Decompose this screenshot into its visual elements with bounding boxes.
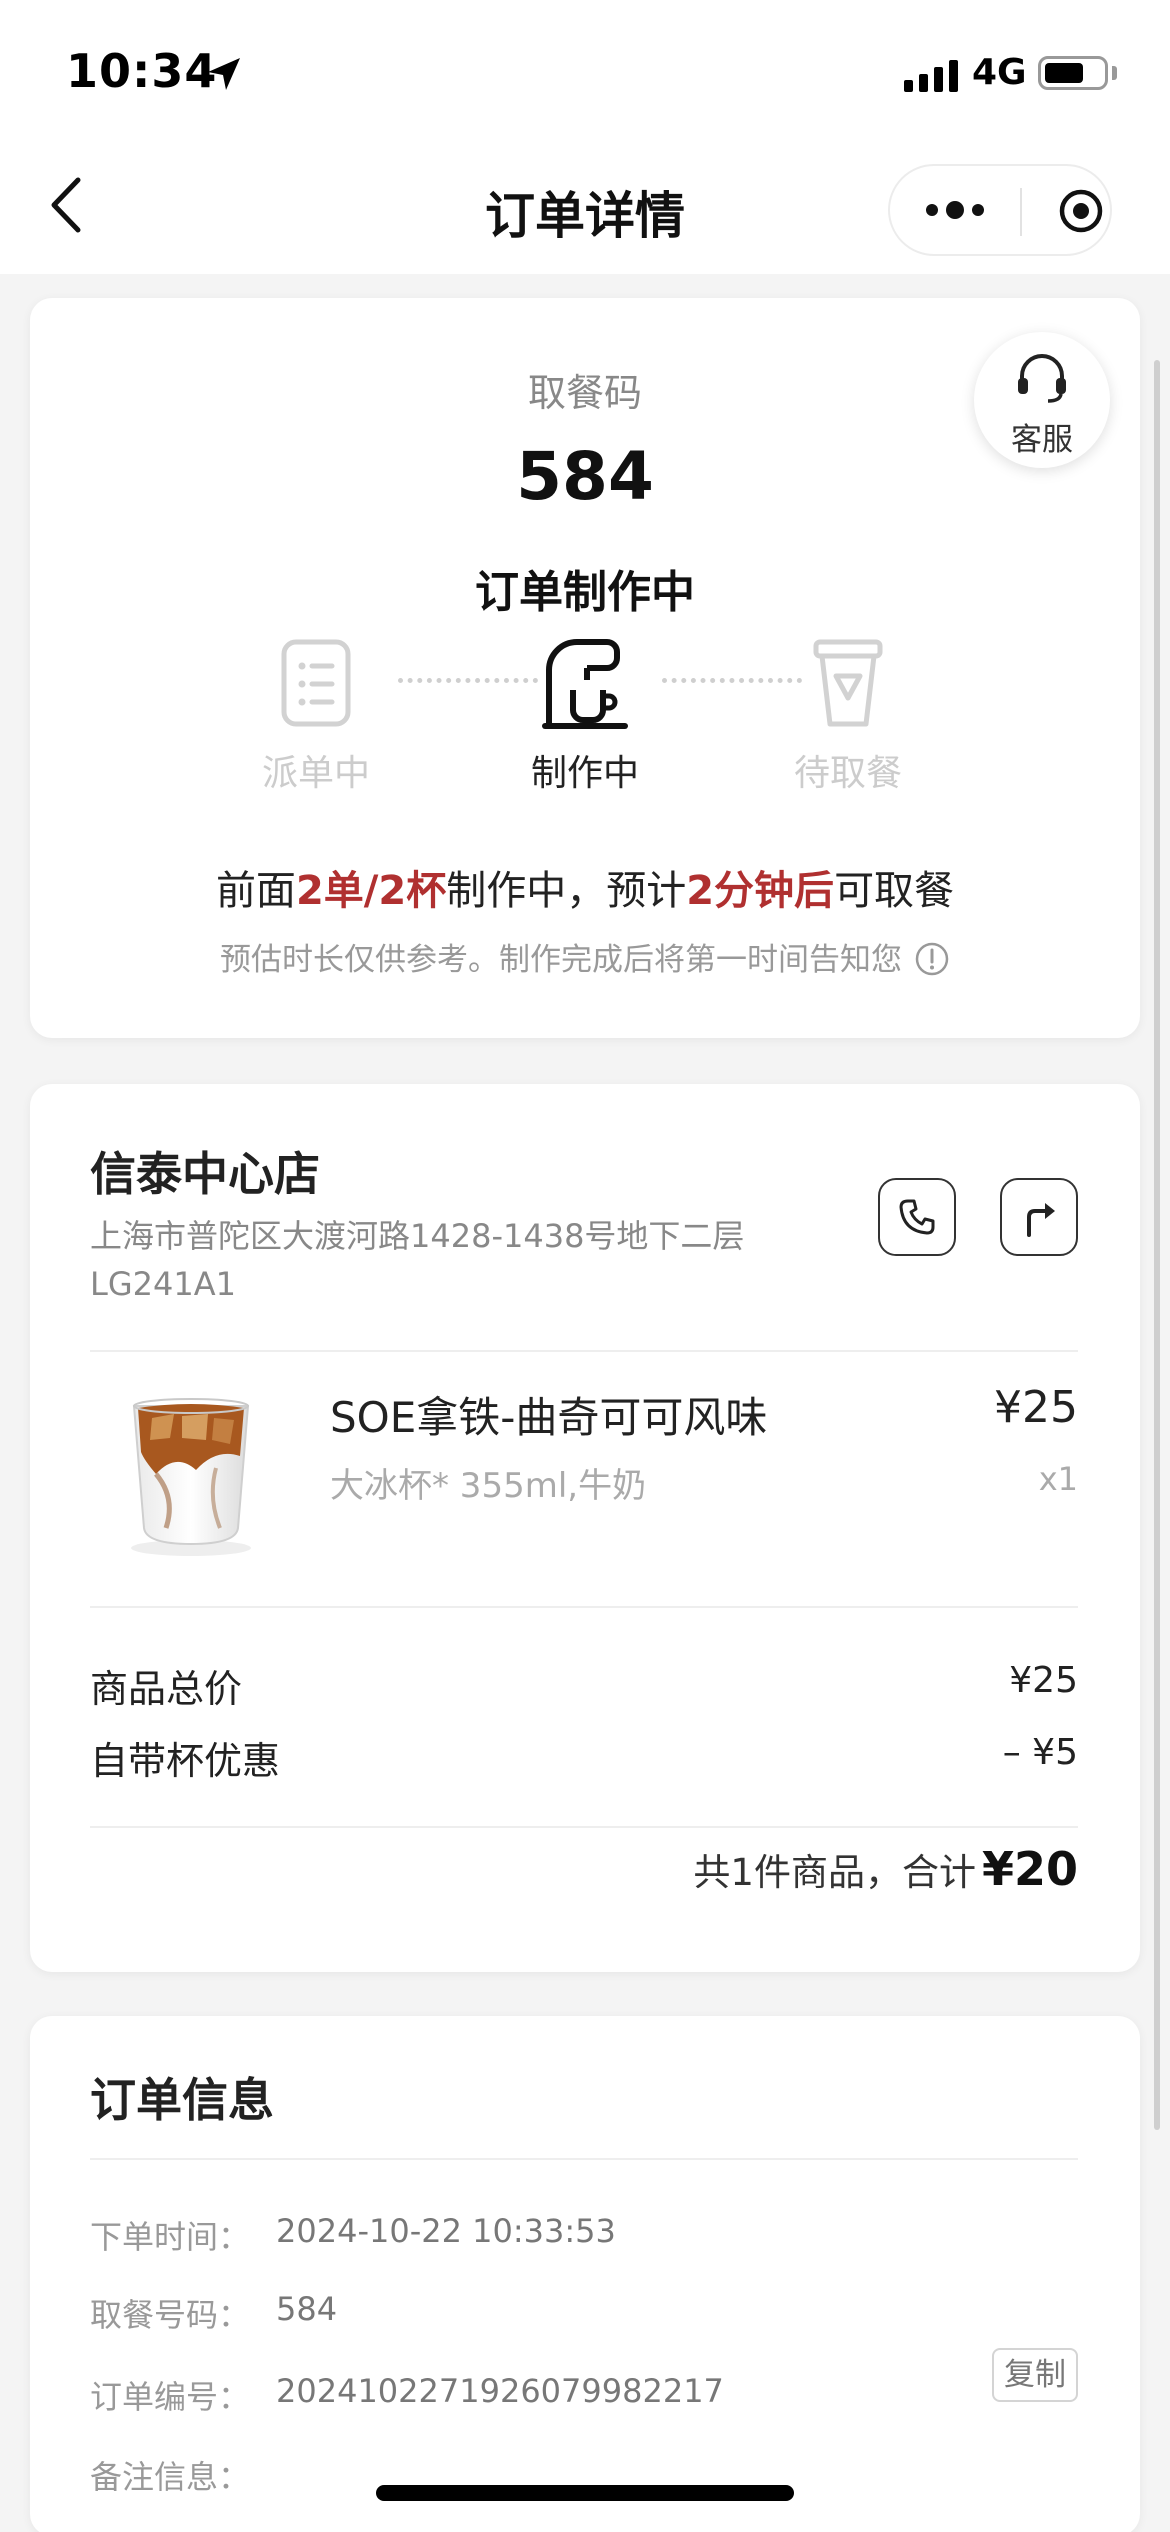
pickup-code-label: 取餐码: [527, 371, 642, 415]
step-connector-2: [662, 678, 802, 684]
phone-icon: [899, 1199, 935, 1235]
step-dispatch-label: 派单中: [261, 753, 370, 794]
dispatch-list-icon: [281, 639, 351, 727]
pickup-number-value: 584: [276, 2290, 338, 2328]
step-connector-1: [398, 678, 538, 684]
more-icon[interactable]: [920, 188, 990, 232]
scrollbar[interactable]: [1154, 360, 1160, 2130]
store-order-card: 信泰中心店 上海市普陀区大渡河路1428-1438号地下二层LG241A1 SO…: [30, 1084, 1140, 1972]
store-name: 信泰中心店: [90, 1147, 320, 1201]
queue-estimate: 前面2单/2杯制作中，预计2分钟后可取餐: [30, 858, 1140, 916]
total-value: ¥20: [981, 1842, 1078, 1896]
pickup-status-card: 客服 取餐码 584 订单制作中 派单中 制作中 待取餐 前面2单/2杯制作中，…: [30, 298, 1140, 1038]
signal-icon: [904, 58, 958, 92]
coffee-machine-icon: [542, 639, 628, 729]
discount-label: 自带杯优惠: [90, 1739, 281, 1783]
step-ready-label: 待取餐: [793, 753, 902, 794]
remark-label: 备注信息：: [90, 2458, 251, 2496]
order-info-title: 订单信息: [90, 2073, 274, 2127]
estimate-note: 预估时长仅供参考。制作完成后将第一时间告知您: [30, 934, 1140, 979]
queue-middle: 制作中，预计: [446, 868, 687, 914]
queue-eta: 2分钟后: [686, 868, 835, 914]
location-arrow-icon: [208, 58, 240, 90]
order-status-title: 订单制作中: [475, 567, 695, 618]
subtotal-value: ¥25: [1009, 1660, 1078, 1701]
capsule-divider: [1020, 188, 1022, 236]
close-target-icon[interactable]: [1058, 188, 1104, 234]
store-address: 上海市普陀区大渡河路1428-1438号地下二层LG241A1: [90, 1217, 745, 1303]
subtotal-label: 商品总价: [90, 1667, 243, 1711]
product-spec: 大冰杯* 355ml,牛奶: [330, 1466, 647, 1506]
direction-icon: [1027, 1203, 1055, 1237]
status-time: 10:34: [66, 44, 218, 98]
info-icon[interactable]: [914, 941, 950, 977]
divider: [90, 2158, 1078, 2160]
pickup-number-label: 取餐号码：: [90, 2296, 251, 2334]
order-total: 共1件商品，合计 ¥20: [693, 1842, 1078, 1896]
mini-program-capsule: [888, 164, 1112, 256]
order-time-value: 2024-10-22 10:33:53: [276, 2212, 616, 2250]
home-indicator[interactable]: [376, 2485, 794, 2501]
call-store-button[interactable]: [878, 1178, 956, 1256]
nav-bar: 订单详情: [0, 140, 1170, 274]
queue-suffix: 可取餐: [834, 868, 955, 914]
iced-latte-cup-image: [131, 1398, 251, 1556]
order-id-value: 2024102271926079982217: [276, 2372, 724, 2410]
order-id-label: 订单编号：: [90, 2378, 251, 2416]
navigate-store-button[interactable]: [1000, 1178, 1078, 1256]
battery-cap: [1112, 66, 1117, 80]
cup-pickup-icon: [813, 639, 883, 727]
step-making-label: 制作中: [530, 753, 639, 794]
estimate-note-text: 预估时长仅供参考。制作完成后将第一时间告知您: [220, 942, 902, 978]
product-price: ¥25: [994, 1382, 1078, 1433]
copy-button[interactable]: 复制: [992, 2348, 1078, 2402]
pickup-code: 584: [516, 438, 654, 515]
network-type: 4G: [972, 52, 1027, 93]
queue-prefix: 前面: [215, 868, 296, 914]
battery-icon: [1038, 56, 1108, 90]
total-prefix: 共1件商品，合计: [693, 1851, 976, 1894]
order-info-card: 订单信息 下单时间： 2024-10-22 10:33:53 取餐号码： 584…: [30, 2016, 1140, 2532]
discount-value: – ¥5: [1002, 1732, 1078, 1773]
order-time-label: 下单时间：: [90, 2218, 251, 2256]
status-bar: 10:34 4G: [0, 0, 1170, 140]
divider: [90, 1606, 1078, 1608]
divider: [90, 1350, 1078, 1352]
divider: [90, 1826, 1078, 1828]
product-quantity: x1: [1038, 1460, 1078, 1498]
queue-count: 2单/2杯: [295, 868, 447, 914]
product-name: SOE拿铁-曲奇可可风味: [330, 1393, 768, 1442]
